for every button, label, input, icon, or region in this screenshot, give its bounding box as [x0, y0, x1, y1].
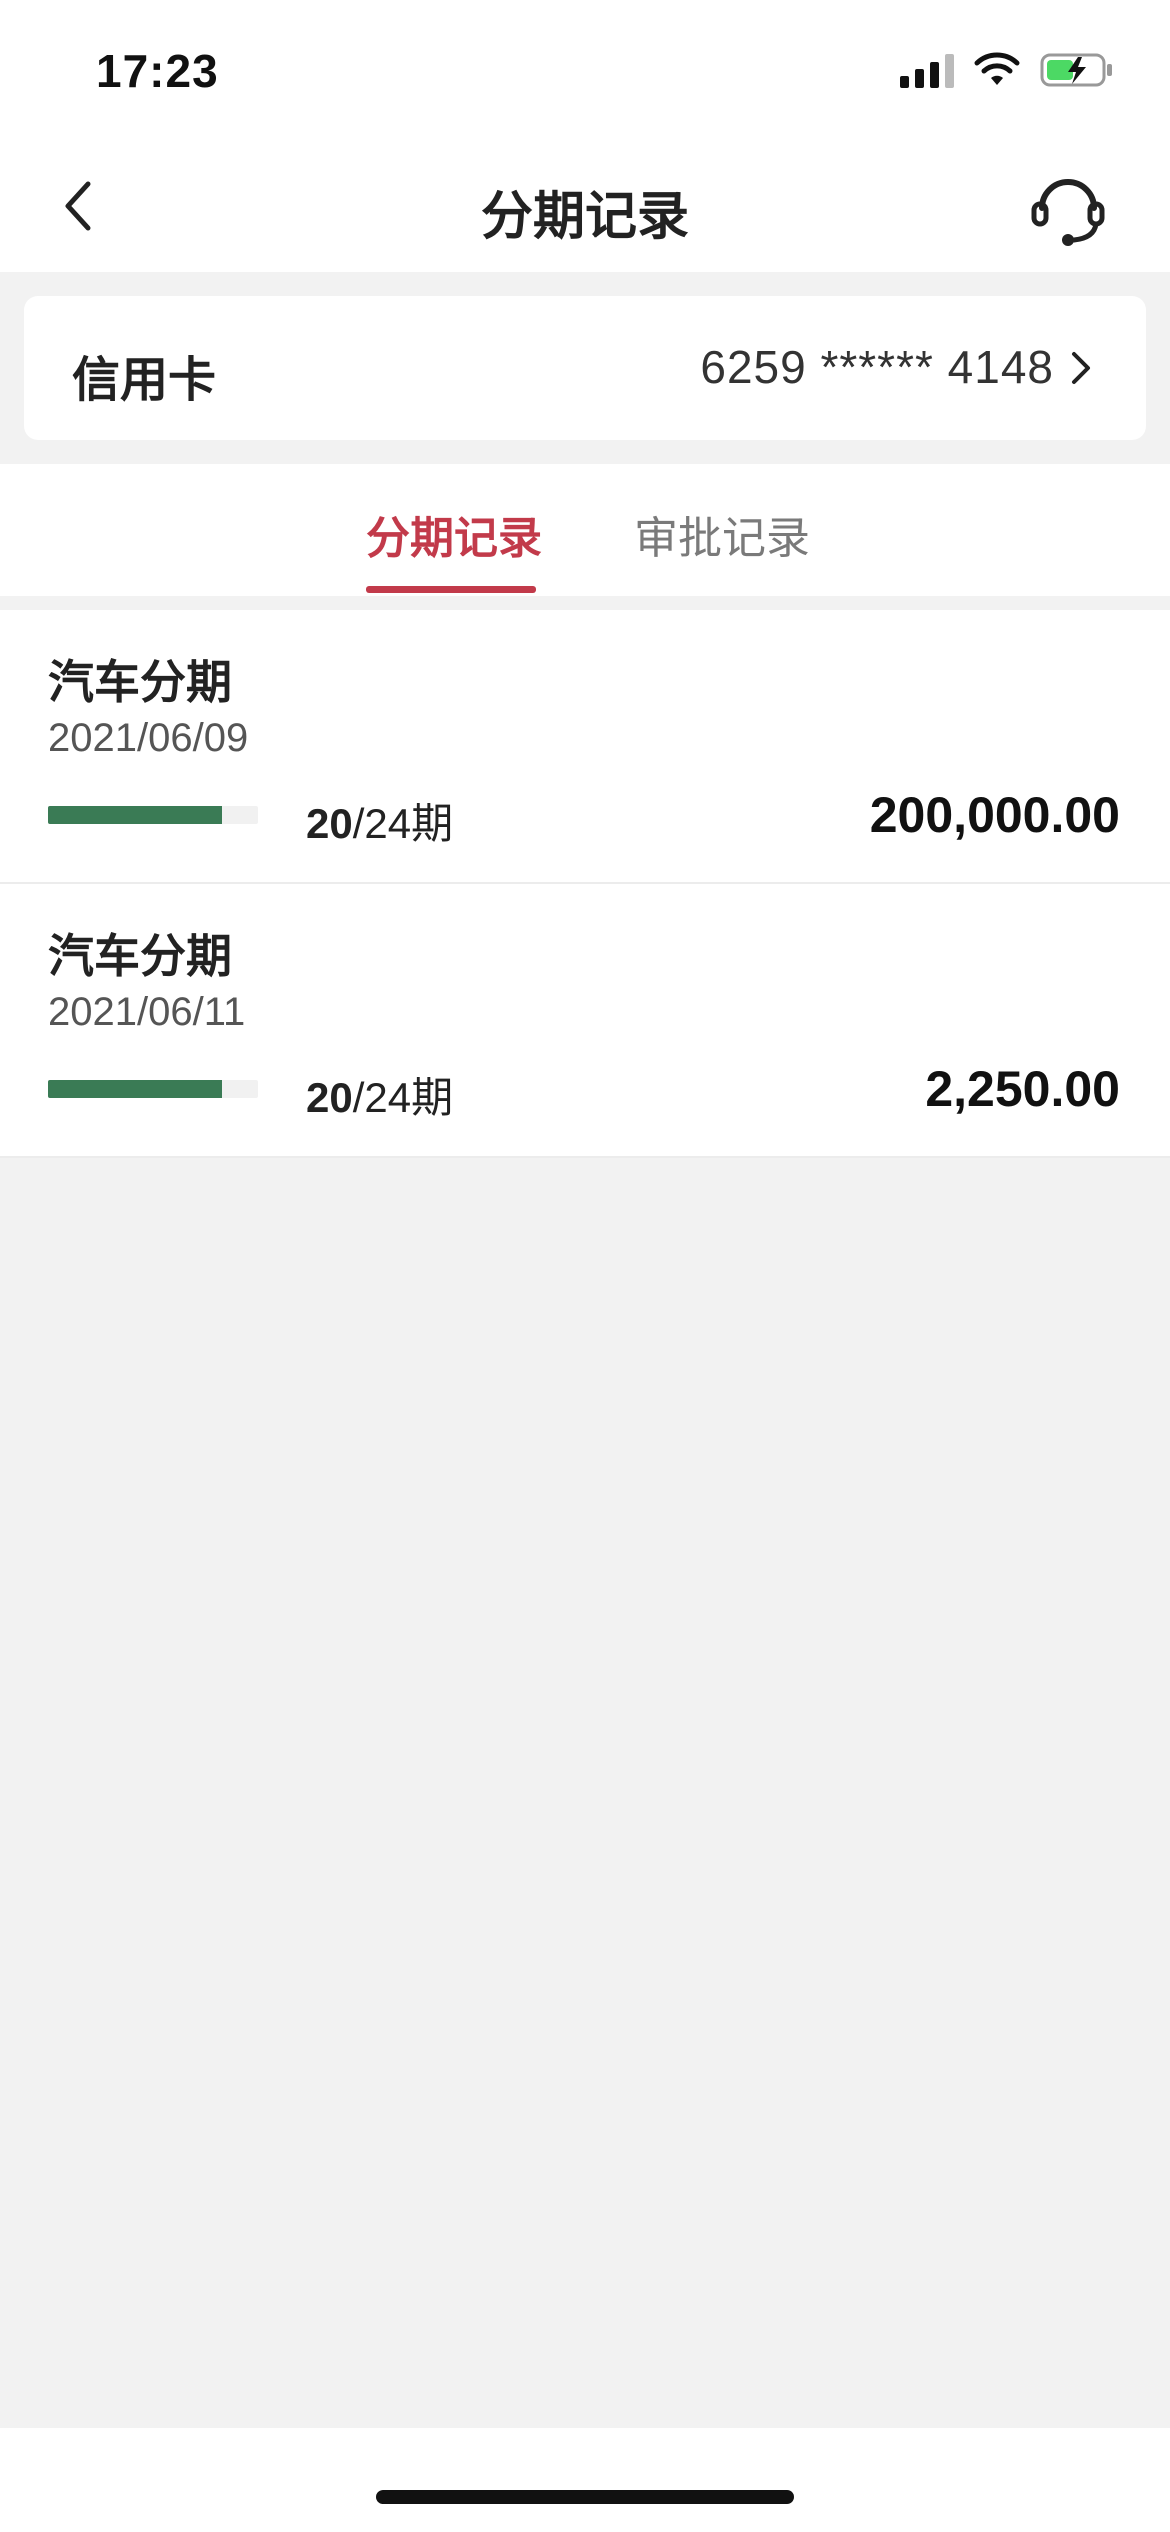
card-number: 6259 ****** 4148 — [700, 341, 1054, 393]
tab-installment-records[interactable]: 分期记录 — [366, 502, 542, 566]
card-type-label: 信用卡 — [72, 352, 217, 408]
customer-service-button[interactable] — [1026, 164, 1110, 248]
screen: 17:23 分期记录 信用卡 6259 ****** 4148 分期记录 审批记… — [0, 0, 1170, 2532]
battery-charging-icon — [1040, 53, 1112, 87]
status-bar: 17:23 — [0, 0, 1170, 140]
item-date: 2021/06/11 — [48, 990, 246, 1034]
tab-approval-records[interactable]: 审批记录 — [634, 502, 810, 566]
wifi-icon — [974, 52, 1020, 85]
bottom-safe-area — [0, 2428, 1170, 2532]
term-total: /24期 — [352, 1074, 454, 1121]
item-date: 2021/06/09 — [48, 716, 249, 760]
list-item[interactable]: 汽车分期 2021/06/09 20/24期 200,000.00 — [0, 610, 1170, 884]
list-item[interactable]: 汽车分期 2021/06/11 20/24期 2,250.00 — [0, 884, 1170, 1158]
active-tab-indicator — [366, 586, 536, 593]
term-total: /24期 — [352, 800, 454, 847]
nav-bar: 分期记录 — [0, 140, 1170, 272]
term-count: 20/24期 — [306, 1064, 453, 1125]
chevron-right-icon — [1072, 352, 1090, 384]
status-icons — [900, 52, 1114, 88]
progress-fill — [48, 1080, 223, 1098]
headset-icon — [1031, 179, 1105, 246]
item-title: 汽车分期 — [48, 655, 232, 709]
page-title: 分期记录 — [480, 187, 689, 247]
item-amount: 2,250.00 — [925, 1061, 1120, 1117]
tab-bar: 分期记录 审批记录 — [0, 464, 1170, 596]
progress-bar — [48, 1080, 258, 1098]
term-current: 20 — [306, 1074, 353, 1121]
term-count: 20/24期 — [306, 790, 453, 851]
progress-bar — [48, 806, 258, 824]
item-title: 汽车分期 — [48, 929, 232, 983]
installment-list: 汽车分期 2021/06/09 20/24期 200,000.00 汽车分期 2… — [0, 610, 1170, 1158]
term-current: 20 — [306, 800, 353, 847]
home-indicator[interactable] — [376, 2490, 794, 2504]
progress-fill — [48, 806, 223, 824]
item-amount: 200,000.00 — [869, 787, 1120, 843]
status-time: 17:23 — [96, 45, 219, 97]
card-selector[interactable]: 信用卡 6259 ****** 4148 — [24, 296, 1146, 440]
cellular-signal-icon — [900, 52, 954, 88]
